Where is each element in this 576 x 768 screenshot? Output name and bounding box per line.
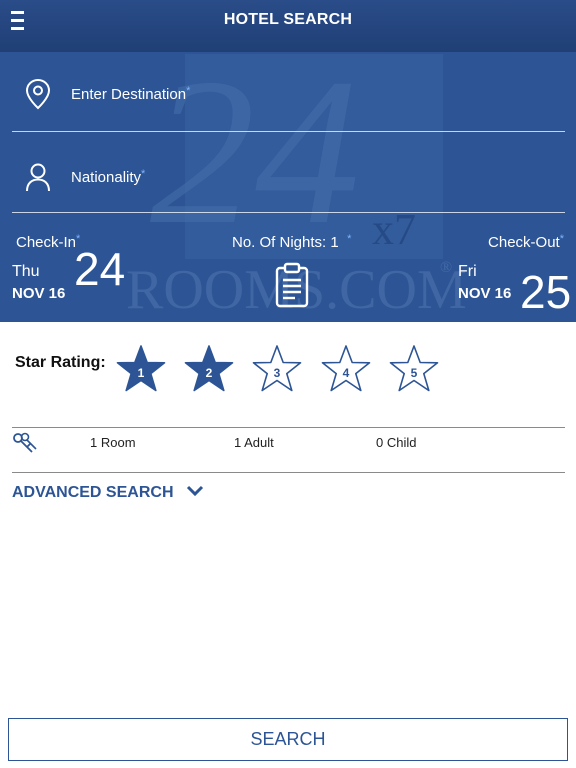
chevron-down-icon bbox=[186, 485, 204, 496]
person-icon bbox=[26, 163, 50, 192]
star-number: 1 bbox=[137, 366, 145, 380]
search-button[interactable]: SEARCH bbox=[8, 718, 568, 761]
rooms-count: 1 Room bbox=[90, 435, 136, 450]
calendar-clipboard-icon[interactable] bbox=[274, 262, 310, 308]
nationality-label: Nationality* bbox=[71, 168, 146, 186]
star-number: 5 bbox=[410, 366, 418, 380]
advanced-search-toggle[interactable]: ADVANCED SEARCH bbox=[12, 484, 204, 502]
checkin-label: Check-In* bbox=[16, 233, 81, 251]
nationality-field[interactable]: Nationality* bbox=[12, 157, 565, 197]
checkin-weekday[interactable]: Thu bbox=[12, 263, 40, 281]
destination-field[interactable]: Enter Destination* bbox=[12, 74, 565, 114]
divider bbox=[12, 472, 565, 473]
star-3[interactable]: 3 bbox=[250, 343, 304, 397]
checkin-date[interactable]: 24 bbox=[74, 246, 125, 292]
search-panel: 24 x7 ROOMS.COM ® Enter Destination* Nat… bbox=[0, 52, 576, 322]
destination-label: Enter Destination* bbox=[71, 85, 191, 103]
divider bbox=[12, 212, 565, 213]
checkout-weekday[interactable]: Fri bbox=[458, 263, 477, 281]
children-count: 0 Child bbox=[376, 435, 417, 450]
watermark-mark-registered: ® bbox=[440, 259, 452, 276]
app-header: HOTEL SEARCH bbox=[0, 0, 576, 52]
checkout-label: Check-Out* bbox=[488, 233, 564, 251]
adults-count: 1 Adult bbox=[234, 435, 274, 450]
star-1[interactable]: 1 bbox=[114, 343, 168, 397]
occupancy-selector[interactable]: 1 Room 1 Adult 0 Child bbox=[0, 428, 576, 472]
advanced-search-label: ADVANCED SEARCH bbox=[12, 484, 174, 501]
page-title: HOTEL SEARCH bbox=[223, 11, 353, 28]
star-5[interactable]: 5 bbox=[387, 343, 441, 397]
star-rating-label: Star Rating: bbox=[15, 354, 106, 371]
location-pin-icon bbox=[25, 78, 51, 110]
star-4[interactable]: 4 bbox=[319, 343, 373, 397]
keys-icon bbox=[13, 432, 37, 453]
star-number: 4 bbox=[342, 366, 350, 380]
nights-label: No. Of Nights: 1 * bbox=[232, 233, 352, 251]
star-number: 2 bbox=[205, 366, 213, 380]
checkin-month[interactable]: NOV 16 bbox=[12, 285, 65, 302]
divider bbox=[12, 131, 565, 132]
star-number: 3 bbox=[273, 366, 281, 380]
star-2[interactable]: 2 bbox=[182, 343, 236, 397]
checkout-month[interactable]: NOV 16 bbox=[458, 285, 511, 302]
checkout-date[interactable]: 25 bbox=[520, 269, 571, 315]
